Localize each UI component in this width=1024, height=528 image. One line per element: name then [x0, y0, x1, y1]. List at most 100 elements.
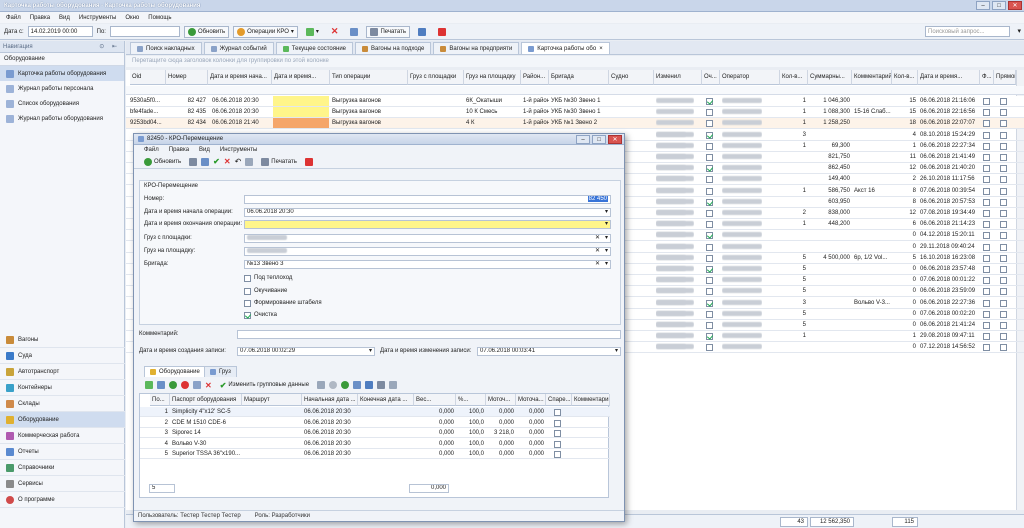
- row-checkbox[interactable]: [706, 321, 713, 330]
- row-checkbox[interactable]: [1000, 119, 1007, 128]
- refresh-button[interactable]: Обновить: [183, 25, 230, 38]
- col-count2[interactable]: Кол-в...: [892, 70, 918, 85]
- row-checkbox[interactable]: [983, 287, 990, 296]
- check-shtabel[interactable]: Формирование штабеля: [244, 299, 322, 307]
- menu-file[interactable]: Файл: [6, 15, 21, 21]
- row-checkbox[interactable]: [983, 299, 990, 308]
- kpo-operations-button[interactable]: Операции КРО ▾: [233, 25, 298, 38]
- col-brigade[interactable]: Бригада: [549, 70, 609, 85]
- col-sum[interactable]: Суммарны...: [808, 70, 852, 85]
- row-checkbox[interactable]: [1000, 209, 1007, 218]
- row-checkbox[interactable]: [1000, 321, 1007, 330]
- row-checkbox[interactable]: [1000, 276, 1007, 285]
- print-button[interactable]: Печатать: [366, 25, 411, 38]
- col-count[interactable]: Кол-в...: [780, 70, 808, 85]
- module-trucks[interactable]: Автотранспорт: [0, 364, 125, 380]
- tab-current-state[interactable]: Текущее состояние: [275, 42, 354, 54]
- icol-end[interactable]: Конечная дата ...: [358, 394, 414, 406]
- row-checkbox[interactable]: [706, 343, 713, 352]
- subgrid-row[interactable]: 4 Вольво V-30 06.06.2018 20:30 0,000 100,0 0,…: [140, 439, 610, 449]
- row-checkbox[interactable]: [983, 254, 990, 263]
- col-f[interactable]: Ф...: [980, 70, 994, 85]
- dialog-maximize-button[interactable]: □: [592, 135, 606, 144]
- dialog-minimize-button[interactable]: –: [576, 135, 590, 144]
- module-reports[interactable]: Отчеты: [0, 444, 125, 460]
- export-button[interactable]: [346, 26, 362, 38]
- col-direct[interactable]: Прямой...: [994, 70, 1016, 85]
- module-warehouses[interactable]: Склады: [0, 396, 125, 412]
- start-field[interactable]: 06.06.2018 20:30 ▾: [244, 208, 611, 217]
- row-checkbox[interactable]: [1000, 287, 1007, 296]
- row-checkbox[interactable]: [1000, 265, 1007, 274]
- row-checkbox[interactable]: [706, 209, 713, 218]
- created-field[interactable]: 07.06.2018 00:02:29 ▾: [237, 347, 375, 356]
- menu-help[interactable]: Помощь: [148, 15, 171, 21]
- row-checkbox[interactable]: [706, 153, 713, 162]
- tab-wagons-plant[interactable]: Вагоны на предприяти: [433, 42, 520, 54]
- row-checkbox[interactable]: [983, 142, 990, 151]
- row-checkbox[interactable]: [1000, 175, 1007, 184]
- delete-button[interactable]: ✕: [327, 26, 343, 38]
- maximize-button[interactable]: □: [992, 1, 1006, 10]
- minimize-button[interactable]: –: [976, 1, 990, 10]
- icol-passport[interactable]: Паспорт оборудования: [170, 394, 242, 406]
- row-checkbox[interactable]: [983, 332, 990, 341]
- table-row[interactable]: 9253bd04... 82 434 06.06.2018 21:40 Выгрузк…: [126, 118, 1024, 130]
- spare-checkbox[interactable]: [554, 408, 561, 418]
- row-checkbox[interactable]: [706, 310, 713, 319]
- tab-event-journal[interactable]: Журнал событий: [203, 42, 274, 54]
- filter-row[interactable]: [126, 86, 1024, 95]
- comment-field[interactable]: [237, 330, 621, 339]
- tab-wagons-approach[interactable]: Вагоны на подходе: [355, 42, 432, 54]
- row-checkbox[interactable]: [706, 254, 713, 263]
- dialog-menu-file[interactable]: Файл: [144, 147, 159, 153]
- row-checkbox[interactable]: [1000, 343, 1007, 352]
- close-icon[interactable]: [304, 157, 313, 166]
- check-teplohod[interactable]: Под теплоход: [244, 274, 292, 282]
- subgrid-row[interactable]: 1 Simplicity 4"x12' SC-5 06.06.2018 20:30 0…: [140, 407, 610, 417]
- nav-item-equipment-list[interactable]: Список оборудования: [0, 96, 124, 111]
- check-ochistka[interactable]: Очистка: [244, 311, 277, 319]
- row-checkbox[interactable]: [983, 119, 990, 128]
- spare-checkbox[interactable]: [554, 429, 561, 439]
- row-checkbox[interactable]: [1000, 243, 1007, 252]
- tab-search-invoices[interactable]: Поиск накладных: [130, 42, 202, 54]
- filter-icon[interactable]: [317, 381, 326, 389]
- row-checkbox[interactable]: [706, 142, 713, 151]
- row-checkbox[interactable]: [706, 276, 713, 285]
- col-number[interactable]: Номер: [166, 70, 208, 85]
- row-checkbox[interactable]: [983, 220, 990, 229]
- add-icon[interactable]: [145, 381, 153, 389]
- row-checkbox[interactable]: [1000, 97, 1007, 106]
- col-to[interactable]: Груз на площадку: [464, 70, 521, 85]
- up-icon[interactable]: [169, 381, 177, 389]
- col-op-type[interactable]: Тип операции: [330, 70, 408, 85]
- copy-icon[interactable]: [245, 157, 254, 166]
- row-checkbox[interactable]: [1000, 198, 1007, 207]
- window-icon[interactable]: [365, 381, 374, 389]
- module-references[interactable]: Справочники: [0, 460, 125, 476]
- delete-icon[interactable]: ✕: [205, 381, 212, 390]
- nav-item-equipment-journal[interactable]: Журнал работы оборудования: [0, 111, 124, 126]
- row-checkbox[interactable]: [983, 209, 990, 218]
- icol-spare[interactable]: Спаре...: [546, 394, 572, 406]
- row-checkbox[interactable]: [706, 299, 713, 308]
- module-equipment[interactable]: Оборудование: [0, 412, 125, 428]
- dialog-refresh-button[interactable]: Обновить: [140, 156, 185, 168]
- add-button[interactable]: ▾: [302, 26, 323, 38]
- subgrid-row[interactable]: 2 CDE M 1510 CDE-6 06.06.2018 20:30 0,000 10…: [140, 418, 610, 428]
- date-to-input[interactable]: [109, 26, 180, 37]
- number-field[interactable]: 82 450: [244, 195, 611, 204]
- row-checkbox[interactable]: [983, 343, 990, 352]
- menu-window[interactable]: Окно: [125, 15, 139, 21]
- icol-route[interactable]: Маршрут: [242, 394, 302, 406]
- refresh-icon[interactable]: [341, 381, 350, 389]
- row-checkbox[interactable]: [983, 164, 990, 173]
- grid-icon[interactable]: [193, 381, 201, 389]
- col-end[interactable]: Дата и время...: [272, 70, 330, 85]
- dialog-menu-tools[interactable]: Инструменты: [220, 147, 257, 153]
- save-icon[interactable]: [189, 157, 198, 166]
- row-checkbox[interactable]: [706, 164, 713, 173]
- search-input[interactable]: Поисковый запрос...: [925, 26, 1010, 37]
- row-checkbox[interactable]: [706, 287, 713, 296]
